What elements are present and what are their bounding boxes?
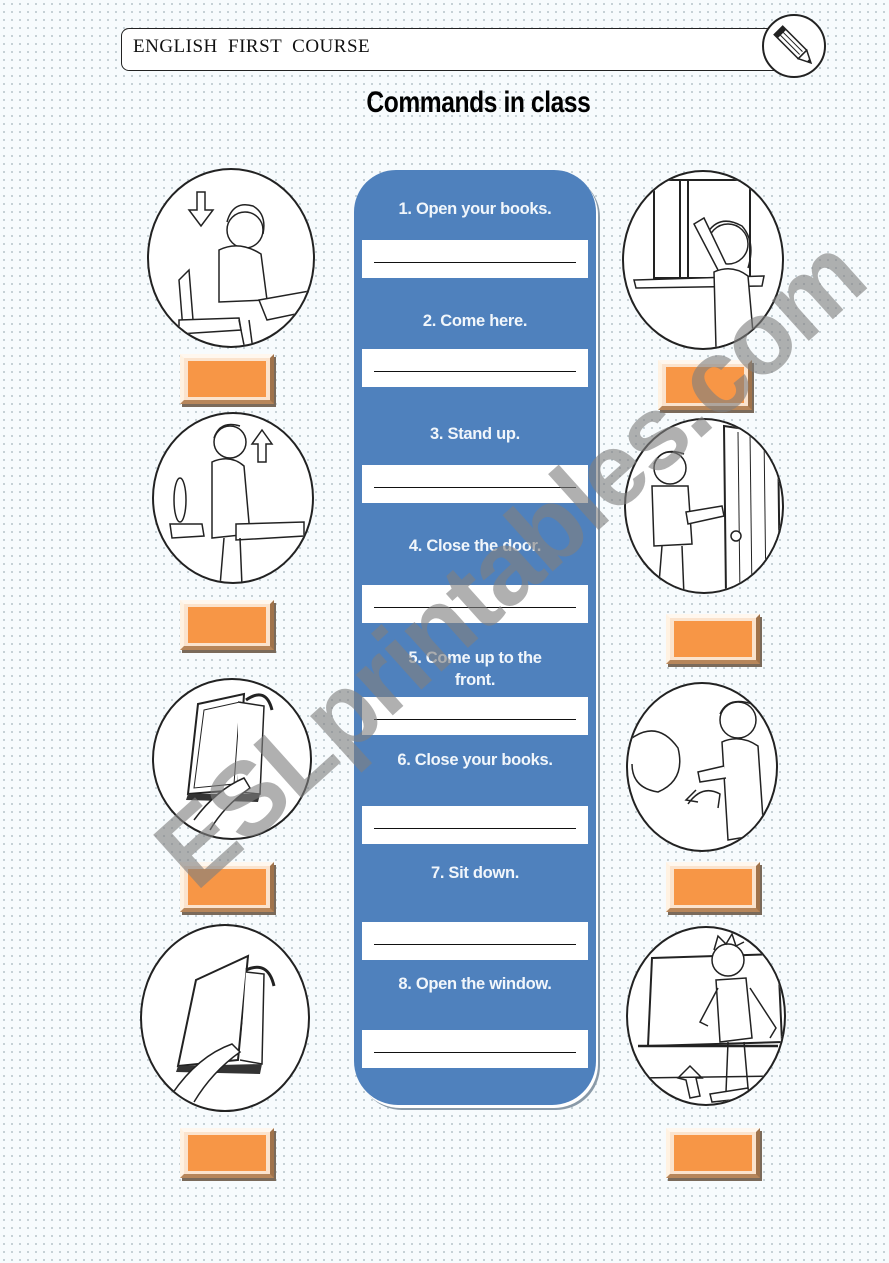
number-box-fill	[188, 607, 266, 643]
boy-walking-illustration	[637, 932, 784, 1103]
answer-line	[374, 487, 576, 488]
command-label: 5. Come up to the front.	[408, 649, 542, 689]
number-box-fill	[674, 621, 752, 657]
answer-line	[374, 607, 576, 608]
closing-book-illustration	[186, 692, 274, 831]
number-box-fill	[188, 361, 266, 397]
number-box[interactable]	[180, 1128, 274, 1178]
course-header: ENGLISH FIRST COURSE	[121, 28, 789, 71]
door-illustration	[651, 424, 781, 592]
picture-come-here	[626, 682, 778, 852]
command-label: 3. Stand up.	[430, 425, 520, 443]
picture-open-books	[140, 924, 310, 1112]
command-label: 1. Open your books.	[398, 200, 552, 218]
answer-field[interactable]	[362, 806, 588, 844]
page-title: Commands in class	[366, 86, 591, 119]
answer-line	[374, 371, 576, 372]
arrow-icon	[676, 1064, 704, 1099]
answer-line	[374, 828, 576, 829]
answer-field[interactable]	[362, 697, 588, 735]
command-label: 4. Close the door.	[408, 537, 542, 555]
answer-line	[374, 262, 576, 263]
number-box-fill	[674, 869, 752, 905]
number-box-fill	[188, 869, 266, 905]
commands-panel: 1. Open your books. 2. Come here. 3. Sta…	[354, 170, 596, 1105]
picture-stand-up	[152, 412, 314, 584]
number-box-fill	[666, 367, 744, 403]
number-box[interactable]	[666, 1128, 760, 1178]
answer-field[interactable]	[362, 240, 588, 278]
girl-standing-illustration	[169, 423, 305, 582]
arrow-up-icon	[250, 428, 274, 463]
picture-close-door	[624, 418, 784, 594]
teacher-calling-illustration	[631, 700, 765, 841]
answer-line	[374, 719, 576, 720]
opening-book-illustration	[171, 954, 276, 1103]
number-box-fill	[188, 1135, 266, 1171]
command-label: 2. Come here.	[422, 312, 528, 330]
command-label: 6. Close your books.	[397, 751, 553, 769]
picture-close-books	[152, 678, 312, 840]
number-box[interactable]	[666, 614, 760, 664]
answer-line	[374, 944, 576, 945]
answer-field[interactable]	[362, 922, 588, 960]
answer-field[interactable]	[362, 349, 588, 387]
girl-sitting-illustration	[178, 191, 313, 346]
command-label: 8. Open the window.	[398, 975, 552, 993]
answer-field[interactable]	[362, 465, 588, 503]
command-label: 7. Sit down.	[430, 864, 520, 882]
number-box[interactable]	[180, 600, 274, 650]
number-box[interactable]	[666, 862, 760, 912]
number-box[interactable]	[180, 354, 274, 404]
answer-field[interactable]	[362, 585, 588, 623]
picture-open-window	[622, 170, 784, 350]
number-box[interactable]	[180, 862, 274, 912]
number-box-fill	[674, 1135, 752, 1171]
picture-come-to-front	[626, 926, 786, 1106]
picture-sit-down	[147, 168, 315, 348]
answer-field[interactable]	[362, 1030, 588, 1068]
answer-line	[374, 1052, 576, 1053]
course-label: ENGLISH FIRST COURSE	[133, 36, 371, 57]
arrow-down-icon	[187, 191, 215, 228]
number-box[interactable]	[658, 360, 752, 410]
window-illustration	[633, 179, 765, 348]
pencil-icon	[762, 14, 826, 78]
